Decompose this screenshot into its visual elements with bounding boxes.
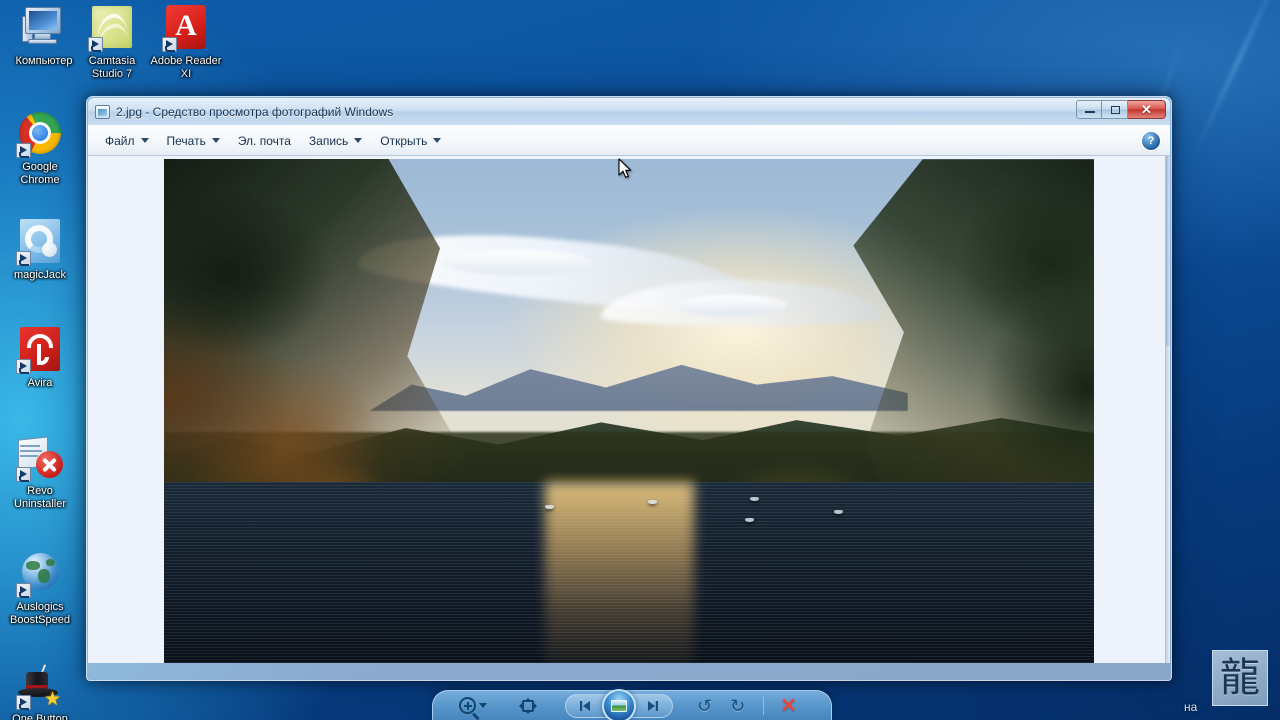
zoom-in-icon[interactable]: [459, 697, 476, 714]
image-boat: [745, 517, 755, 522]
help-button[interactable]: ?: [1142, 132, 1160, 150]
desktop-icon-label: Auslogics BoostSpeed: [10, 601, 70, 626]
minimize-button[interactable]: [1076, 100, 1102, 119]
desktop-icon-camtasia-studio-7[interactable]: Camtasia Studio 7: [74, 4, 150, 80]
rotate-clockwise-button[interactable]: ↻: [730, 697, 745, 715]
slideshow-button[interactable]: [602, 688, 636, 720]
scrollbar-thumb[interactable]: [1166, 156, 1170, 346]
shortcut-overlay-icon: [16, 359, 31, 374]
camtasia-icon: [88, 4, 136, 52]
image-water-ripples: [164, 482, 1094, 663]
chevron-down-icon[interactable]: [479, 703, 487, 708]
zoom-control[interactable]: [459, 697, 487, 714]
windows-photo-viewer-window[interactable]: 2.jpg - Средство просмотра фотографий Wi…: [86, 96, 1172, 703]
rotate-group[interactable]: ↺ ↻: [697, 697, 745, 715]
shortcut-overlay-icon: [88, 37, 103, 52]
chevron-down-icon: [140, 138, 149, 143]
menu-item-open[interactable]: Открыть: [371, 130, 450, 152]
photo-viewer-toolbar[interactable]: ↺ ↻ ✕: [432, 688, 832, 720]
chevron-down-icon: [211, 138, 220, 143]
displayed-image[interactable]: [164, 159, 1094, 663]
one-button-icon: [16, 662, 64, 710]
adobe-reader-icon: A: [162, 4, 210, 52]
menu-item-label: Печать: [166, 133, 206, 148]
menu-item-label: Открыть: [380, 133, 428, 148]
next-image-button[interactable]: [638, 695, 668, 717]
window-controls[interactable]: ✕: [1076, 100, 1166, 119]
desktop-icon-label: Google Chrome: [20, 161, 60, 186]
menu-bar[interactable]: Файл Печать Эл. почта Запись Открыть ?: [88, 125, 1170, 155]
image-boat: [647, 499, 657, 504]
desktop-icon-dragon[interactable]: 龍: [1212, 650, 1268, 706]
window-title: 2.jpg - Средство просмотра фотографий Wi…: [116, 104, 394, 119]
photo-viewer-icon: [95, 104, 110, 119]
shortcut-overlay-icon: [16, 695, 31, 710]
desktop-icon-revo-uninstaller[interactable]: Revo Uninstaller: [2, 434, 78, 510]
previous-image-button[interactable]: [570, 695, 600, 717]
desktop-icon-label: Adobe Reader XI: [150, 55, 222, 80]
slideshow-icon: [611, 699, 627, 712]
desktop-icon-label: Компьютер: [15, 55, 73, 67]
desktop-icon-label: magicJack: [14, 269, 66, 281]
toolbar-divider: [763, 696, 765, 715]
desktop-icon-label: Avira: [27, 377, 53, 389]
close-button[interactable]: ✕: [1128, 100, 1166, 119]
image-cloud: [675, 295, 788, 316]
shortcut-overlay-icon: [16, 143, 31, 158]
magicjack-icon: [16, 218, 64, 266]
rotate-counterclockwise-button[interactable]: ↺: [697, 697, 712, 715]
shortcut-overlay-icon: [162, 37, 177, 52]
chrome-icon: [16, 110, 64, 158]
desktop-icon-magicjack[interactable]: magicJack: [2, 218, 78, 282]
desktop-icon-label: Revo Uninstaller: [14, 485, 66, 510]
vertical-scrollbar[interactable]: [1165, 156, 1170, 663]
revo-uninstaller-icon: [16, 434, 64, 482]
desktop-icon-one-button[interactable]: One Button: [2, 662, 78, 720]
desktop-icon-computer[interactable]: Компьютер: [6, 4, 82, 68]
shortcut-overlay-icon: [16, 583, 31, 598]
maximize-button[interactable]: [1102, 100, 1128, 119]
menu-item-file[interactable]: Файл: [96, 130, 158, 152]
chevron-down-icon: [354, 138, 363, 143]
avira-icon: [16, 326, 64, 374]
desktop-light-streak: [1194, 0, 1280, 152]
taskbar-text: на: [1184, 700, 1198, 714]
desktop-icon-auslogics-boostspeed[interactable]: Auslogics BoostSpeed: [2, 550, 78, 626]
shortcut-overlay-icon: [16, 251, 31, 266]
image-boat: [833, 509, 843, 514]
desktop-icon-avira[interactable]: Avira: [2, 326, 78, 390]
close-icon: ✕: [1141, 101, 1152, 117]
fit-to-window-button[interactable]: [517, 697, 539, 715]
menu-item-print[interactable]: Печать: [158, 130, 229, 152]
chevron-down-icon: [433, 138, 442, 143]
computer-icon: [20, 4, 68, 52]
image-cloud: [443, 249, 592, 276]
dragon-icon: 龍: [1220, 656, 1260, 700]
menu-item-label: Эл. почта: [237, 133, 291, 148]
navigation-group[interactable]: [565, 688, 673, 720]
menu-item-label: Файл: [105, 133, 135, 148]
desktop-icon-google-chrome[interactable]: Google Chrome: [2, 110, 78, 186]
desktop-icon-label: One Button: [12, 713, 68, 720]
title-bar[interactable]: 2.jpg - Средство просмотра фотографий Wi…: [88, 98, 1170, 125]
menu-item-email[interactable]: Эл. почта: [229, 130, 300, 152]
auslogics-boostspeed-icon: [16, 550, 64, 598]
menu-item-burn[interactable]: Запись: [300, 130, 371, 152]
desktop-icon-label: Camtasia Studio 7: [88, 55, 136, 80]
shortcut-overlay-icon: [16, 467, 31, 482]
image-viewport[interactable]: [88, 155, 1170, 663]
menu-item-label: Запись: [308, 133, 349, 148]
help-icon: ?: [1147, 135, 1155, 147]
desktop-icon-adobe-reader-xi[interactable]: A Adobe Reader XI: [148, 4, 224, 80]
delete-button[interactable]: ✕: [780, 696, 797, 716]
